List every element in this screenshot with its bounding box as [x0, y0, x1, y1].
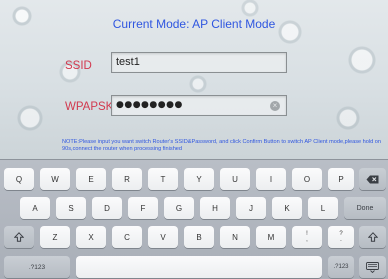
key-i[interactable]: I	[256, 168, 286, 190]
key-n[interactable]: N	[220, 226, 250, 248]
wpapsk-masked-value: ●●●●●●●●	[116, 100, 183, 110]
shift-icon	[367, 232, 378, 242]
key-f[interactable]: F	[128, 197, 158, 219]
backspace-key[interactable]	[359, 168, 386, 190]
settings-form: Current Mode: AP Client Mode SSID test1 …	[0, 0, 388, 159]
wpapsk-label: WPAPSK	[65, 101, 114, 113]
backspace-icon	[366, 175, 379, 183]
key-v[interactable]: V	[148, 226, 178, 248]
numbers-key-left[interactable]: .?123	[4, 256, 70, 278]
key-period-label: .	[340, 237, 342, 243]
numbers-key-right[interactable]: .?123	[328, 256, 354, 278]
keyboard-hide-icon	[366, 261, 379, 273]
shift-icon	[14, 232, 24, 242]
key-w[interactable]: W	[40, 168, 70, 190]
key-l[interactable]: L	[308, 197, 338, 219]
key-q[interactable]: Q	[4, 168, 34, 190]
clear-text-icon[interactable]: ×	[270, 101, 280, 111]
key-p[interactable]: P	[328, 168, 354, 190]
key-e[interactable]: E	[76, 168, 106, 190]
key-r[interactable]: R	[112, 168, 142, 190]
key-k[interactable]: K	[272, 197, 302, 219]
key-a[interactable]: A	[20, 197, 50, 219]
key-z[interactable]: Z	[40, 226, 70, 248]
key-question-period[interactable]: ? .	[328, 226, 354, 248]
key-x[interactable]: X	[76, 226, 106, 248]
page-title: Current Mode: AP Client Mode	[112, 17, 276, 31]
key-g[interactable]: G	[164, 197, 194, 219]
onscreen-keyboard: Q W E R T Y U I O P A S D F G H J K L Do…	[0, 159, 388, 279]
hide-keyboard-key[interactable]	[359, 256, 386, 278]
key-u[interactable]: U	[220, 168, 250, 190]
key-comma-label: ,	[306, 237, 308, 243]
wpapsk-input[interactable]: ●●●●●●●● ×	[111, 95, 287, 116]
key-exclaim-comma[interactable]: ! ,	[292, 226, 322, 248]
ssid-value: test1	[116, 56, 140, 68]
done-key[interactable]: Done	[344, 197, 386, 219]
key-t[interactable]: T	[148, 168, 178, 190]
ssid-input[interactable]: test1	[111, 52, 287, 73]
key-c[interactable]: C	[112, 226, 142, 248]
key-h[interactable]: H	[200, 197, 230, 219]
key-j[interactable]: J	[236, 197, 266, 219]
key-d[interactable]: D	[92, 197, 122, 219]
shift-key-left[interactable]	[4, 226, 34, 248]
space-key[interactable]	[76, 256, 322, 278]
key-y[interactable]: Y	[184, 168, 214, 190]
shift-key-right[interactable]	[359, 226, 386, 248]
key-s[interactable]: S	[56, 197, 86, 219]
note-text: NOTE:Please input you want switch Router…	[62, 139, 382, 152]
key-m[interactable]: M	[256, 226, 286, 248]
ssid-label: SSID	[65, 60, 92, 72]
key-b[interactable]: B	[184, 226, 214, 248]
key-o[interactable]: O	[292, 168, 322, 190]
